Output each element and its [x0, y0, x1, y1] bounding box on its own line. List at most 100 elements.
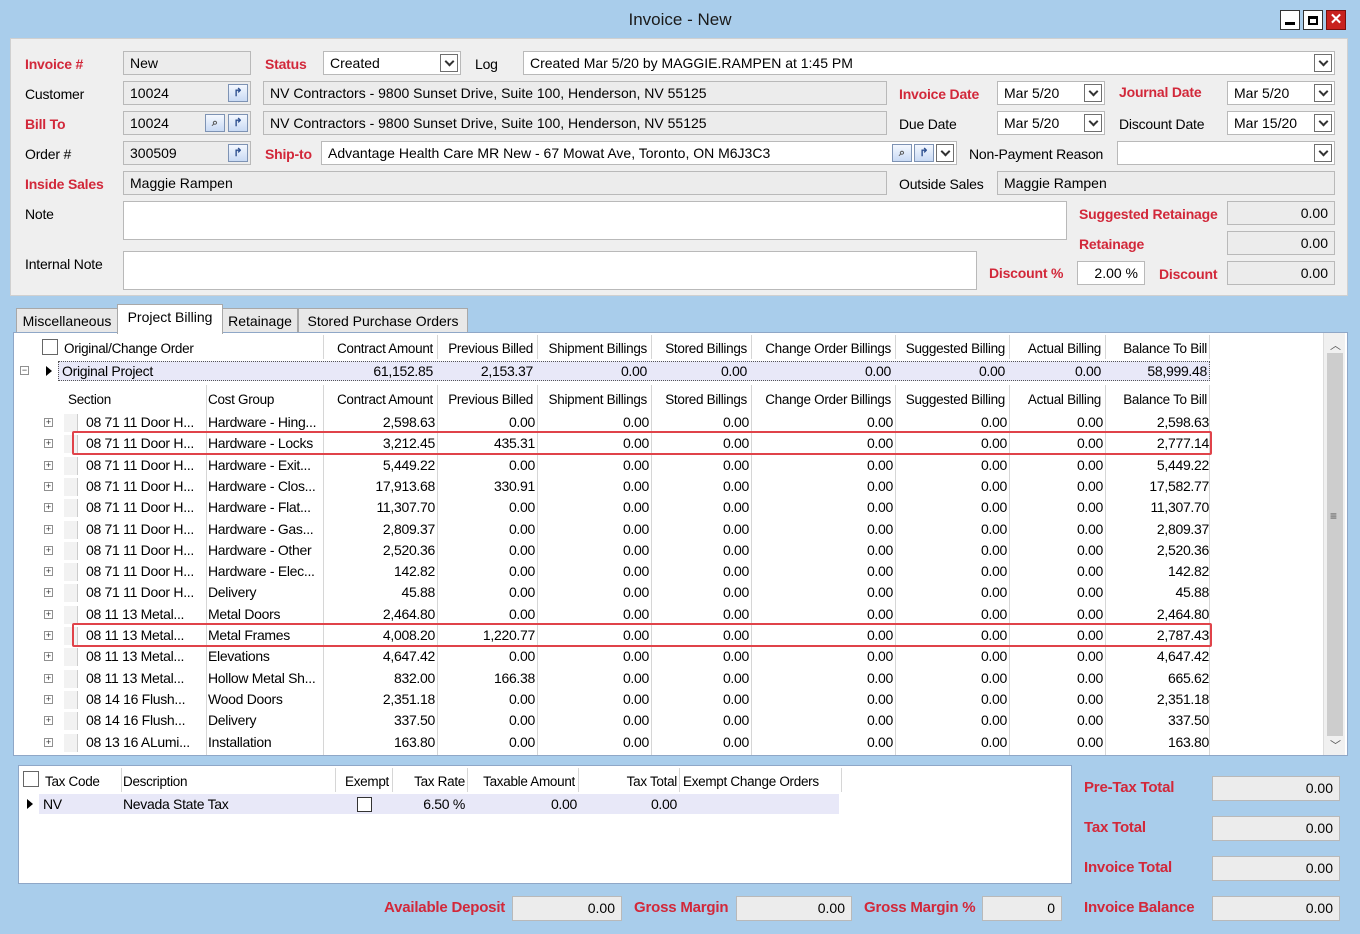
grid-header-4[interactable]: Stored Billings	[652, 341, 747, 356]
sub-header-9[interactable]: Balance To Bill	[1106, 392, 1207, 407]
row-selector[interactable]	[64, 712, 78, 731]
tab-project-billing[interactable]: Project Billing	[117, 304, 223, 334]
sub-header-8[interactable]: Actual Billing	[1010, 392, 1101, 407]
maximize-button[interactable]	[1303, 10, 1323, 30]
dropdown-chevron-icon[interactable]	[1314, 114, 1332, 132]
dropdown-chevron-icon[interactable]	[1314, 84, 1332, 102]
magnifier-icon[interactable]: ⌕	[205, 114, 225, 132]
tab-retainage[interactable]: Retainage	[222, 308, 298, 334]
lookup-icon[interactable]: ↱	[228, 84, 248, 102]
discount-pct-field[interactable]: 2.00 %	[1077, 261, 1145, 285]
row-selector[interactable]	[64, 690, 78, 709]
row-selector[interactable]	[64, 563, 78, 582]
expand-plus-icon[interactable]: +	[44, 439, 53, 449]
tax-header-3[interactable]: Tax Rate	[411, 774, 465, 789]
dropdown-chevron-icon[interactable]	[1084, 84, 1102, 102]
expand-plus-icon[interactable]: +	[44, 418, 53, 427]
grid-header-6[interactable]: Suggested Billing	[896, 341, 1005, 356]
expand-plus-icon[interactable]: +	[44, 716, 53, 726]
tax-header-1[interactable]: Description	[123, 774, 333, 789]
grid-header-8[interactable]: Balance To Bill	[1106, 341, 1207, 356]
row-selector[interactable]	[64, 520, 78, 539]
expand-plus-icon[interactable]: +	[44, 524, 53, 534]
note-textarea[interactable]	[123, 201, 1067, 240]
dropdown-chevron-icon[interactable]	[1314, 144, 1332, 162]
sub-header-3[interactable]: Previous Billed	[438, 392, 533, 407]
journal-date-field[interactable]: Mar 5/20	[1227, 81, 1335, 105]
exempt-checkbox[interactable]	[357, 797, 372, 812]
expand-plus-icon[interactable]: +	[44, 652, 53, 662]
column-chooser-icon[interactable]	[42, 339, 58, 355]
tax-header-2[interactable]: Exempt	[337, 774, 389, 789]
scroll-thumb[interactable]	[1327, 353, 1343, 736]
customer-field[interactable]: 10024 ↱	[123, 81, 251, 105]
status-select[interactable]: Created	[323, 51, 461, 75]
log-select[interactable]: Created Mar 5/20 by MAGGIE.RAMPEN at 1:4…	[523, 51, 1335, 75]
scroll-up-icon[interactable]: ︿	[1330, 337, 1341, 353]
row-selector[interactable]	[64, 605, 78, 624]
sub-header-2[interactable]: Contract Amount	[324, 392, 433, 407]
due-date-field[interactable]: Mar 5/20	[997, 111, 1105, 135]
sub-header-0[interactable]: Section	[68, 392, 204, 407]
sub-header-4[interactable]: Shipment Billings	[538, 392, 647, 407]
dropdown-chevron-icon[interactable]	[1084, 114, 1102, 132]
row-selector[interactable]	[64, 584, 78, 603]
expand-plus-icon[interactable]: +	[44, 609, 53, 619]
lookup-icon[interactable]: ↱	[228, 114, 248, 132]
non-payment-reason-select[interactable]	[1117, 141, 1335, 165]
sub-header-5[interactable]: Stored Billings	[652, 392, 747, 407]
expand-plus-icon[interactable]: +	[44, 694, 53, 704]
discount-date-field[interactable]: Mar 15/20	[1227, 111, 1335, 135]
close-button[interactable]: ✕	[1326, 10, 1346, 30]
expand-plus-icon[interactable]: +	[44, 737, 53, 747]
grid-header-3[interactable]: Shipment Billings	[538, 341, 647, 356]
ship-to-select[interactable]: Advantage Health Care MR New - 67 Mowat …	[321, 141, 957, 165]
tab-miscellaneous[interactable]: Miscellaneous	[16, 308, 118, 334]
inside-sales-field[interactable]: Maggie Rampen	[123, 171, 887, 195]
row-selector[interactable]	[64, 499, 78, 518]
row-selector[interactable]	[64, 456, 78, 475]
grid-header-1[interactable]: Contract Amount	[324, 341, 433, 356]
grid-header-0[interactable]: Original/Change Order	[64, 341, 320, 356]
grid-header-7[interactable]: Actual Billing	[1010, 341, 1101, 356]
scroll-down-icon[interactable]: ﹀	[1330, 737, 1341, 753]
column-chooser-icon[interactable]	[23, 771, 39, 787]
expand-plus-icon[interactable]: +	[44, 567, 53, 577]
dropdown-chevron-icon[interactable]	[440, 54, 458, 72]
expand-plus-icon[interactable]: +	[44, 673, 53, 683]
bill-to-field[interactable]: 10024 ⌕ ↱	[123, 111, 251, 135]
expand-plus-icon[interactable]: +	[44, 588, 53, 598]
grid-header-5[interactable]: Change Order Billings	[752, 341, 891, 356]
magnifier-icon[interactable]: ⌕	[892, 144, 912, 162]
sub-header-1[interactable]: Cost Group	[208, 392, 320, 407]
row-selector[interactable]	[64, 541, 78, 560]
dropdown-chevron-icon[interactable]	[1314, 54, 1332, 72]
tax-header-6[interactable]: Exempt Change Orders	[683, 774, 839, 789]
collapse-minus-icon[interactable]: −	[20, 366, 29, 375]
dropdown-chevron-icon[interactable]	[936, 144, 954, 162]
expand-plus-icon[interactable]: +	[44, 631, 53, 640]
lookup-icon[interactable]: ↱	[914, 144, 934, 162]
row-selector[interactable]	[64, 669, 78, 688]
sub-header-6[interactable]: Change Order Billings	[752, 392, 891, 407]
grid-header-2[interactable]: Previous Billed	[438, 341, 533, 356]
tax-header-0[interactable]: Tax Code	[45, 774, 119, 789]
expand-plus-icon[interactable]: +	[44, 545, 53, 555]
invoice-number-field[interactable]: New	[123, 51, 251, 75]
expand-plus-icon[interactable]: +	[44, 481, 53, 491]
tax-header-5[interactable]: Tax Total	[581, 774, 677, 789]
sub-header-7[interactable]: Suggested Billing	[896, 392, 1005, 407]
outside-sales-field[interactable]: Maggie Rampen	[997, 171, 1335, 195]
vertical-scrollbar[interactable]: ︿ ≡ ﹀	[1323, 333, 1345, 755]
lookup-icon[interactable]: ↱	[228, 144, 248, 162]
order-field[interactable]: 300509 ↱	[123, 141, 251, 165]
row-selector[interactable]	[64, 648, 78, 667]
invoice-date-field[interactable]: Mar 5/20	[997, 81, 1105, 105]
internal-note-textarea[interactable]	[123, 251, 977, 290]
minimize-button[interactable]	[1280, 10, 1300, 30]
expand-plus-icon[interactable]: +	[44, 460, 53, 470]
tab-stored-purchase-orders[interactable]: Stored Purchase Orders	[298, 308, 468, 334]
row-selector[interactable]	[64, 414, 78, 432]
tax-header-4[interactable]: Taxable Amount	[471, 774, 575, 789]
row-selector[interactable]	[64, 477, 78, 496]
